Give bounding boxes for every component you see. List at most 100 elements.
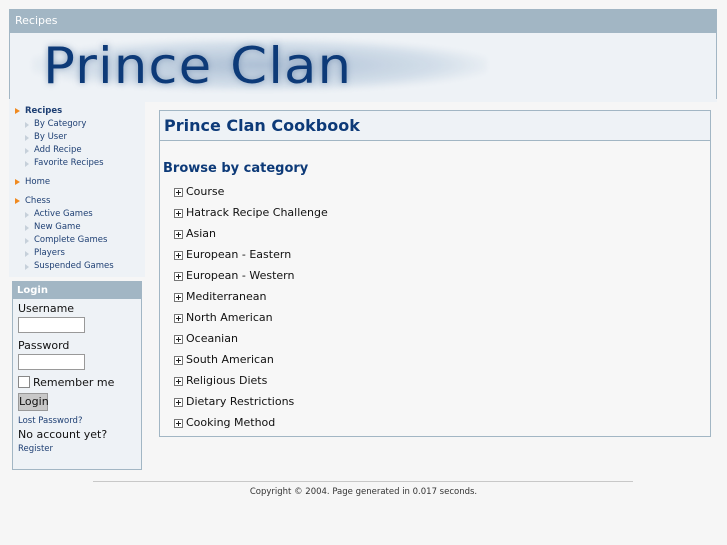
site-header: Recipes Prince Clan — [9, 9, 717, 99]
sidebar-nav: Recipes By Category By User Add Recipe F… — [9, 99, 145, 277]
nav-item-label: Suspended Games — [34, 261, 114, 271]
nav-item-label: Complete Games — [34, 235, 108, 245]
orange-arrow-icon — [15, 198, 20, 204]
remember-me-label: Remember me — [33, 376, 115, 389]
browse-heading: Browse by category — [163, 161, 309, 176]
footer-copyright: Copyright © 2004. Page generated in 0.01… — [249, 487, 478, 497]
no-account-text: No account yet? — [18, 428, 108, 441]
footer-divider — [93, 481, 633, 482]
username-input[interactable] — [18, 317, 85, 333]
expand-plus-icon[interactable] — [174, 335, 183, 344]
nav-group-recipes: Recipes By Category By User Add Recipe F… — [9, 105, 145, 170]
category-item-south-american[interactable]: South American — [174, 352, 328, 373]
password-input[interactable] — [18, 354, 85, 370]
nav-item-new-game[interactable]: New Game — [9, 221, 145, 234]
category-item-oceanian[interactable]: Oceanian — [174, 331, 328, 352]
category-item-mediterranean[interactable]: Mediterranean — [174, 289, 328, 310]
expand-plus-icon[interactable] — [174, 356, 183, 365]
nav-group-home: Home — [9, 176, 145, 189]
gray-arrow-icon — [25, 147, 29, 154]
nav-item-label: Home — [25, 177, 51, 187]
main-top-strip — [145, 99, 717, 102]
category-label[interactable]: Mediterranean — [186, 289, 266, 304]
login-panel-title: Login — [13, 282, 141, 299]
expand-plus-icon[interactable] — [174, 398, 183, 407]
expand-plus-icon[interactable] — [174, 251, 183, 260]
lost-password-link[interactable]: Lost Password? — [18, 416, 82, 426]
expand-plus-icon[interactable] — [174, 230, 183, 239]
nav-item-label: By Category — [34, 119, 87, 129]
orange-arrow-icon — [15, 179, 20, 185]
banner-logo-text: Prince Clan — [43, 37, 353, 95]
nav-item-players[interactable]: Players — [9, 247, 145, 260]
category-label[interactable]: Dietary Restrictions — [186, 394, 294, 409]
nav-item-complete-games[interactable]: Complete Games — [9, 234, 145, 247]
expand-plus-icon[interactable] — [174, 377, 183, 386]
category-item-cooking-method[interactable]: Cooking Method — [174, 415, 328, 436]
nav-group-chess: Chess Active Games New Game Complete Gam… — [9, 195, 145, 273]
gray-arrow-icon — [25, 160, 29, 167]
remember-me-checkbox[interactable] — [18, 376, 30, 388]
category-item-hatrack-recipe-challenge[interactable]: Hatrack Recipe Challenge — [174, 205, 328, 226]
page: Recipes Prince Clan Recipes By Category … — [0, 0, 727, 545]
nav-item-active-games[interactable]: Active Games — [9, 208, 145, 221]
login-panel: Login Username Password Remember me Logi… — [12, 281, 142, 470]
nav-item-label: Favorite Recipes — [34, 158, 104, 168]
gray-arrow-icon — [25, 224, 29, 231]
expand-plus-icon[interactable] — [174, 272, 183, 281]
content-title-bar: Prince Clan Cookbook — [160, 111, 710, 141]
gray-arrow-icon — [25, 250, 29, 257]
expand-plus-icon[interactable] — [174, 188, 183, 197]
nav-item-label: Add Recipe — [34, 145, 82, 155]
nav-item-by-category[interactable]: By Category — [9, 118, 145, 131]
orange-arrow-icon — [15, 108, 20, 114]
category-item-religious-diets[interactable]: Religious Diets — [174, 373, 328, 394]
nav-item-label: Chess — [25, 196, 51, 206]
category-label[interactable]: Oceanian — [186, 331, 238, 346]
nav-item-favorite-recipes[interactable]: Favorite Recipes — [9, 157, 145, 170]
nav-item-label: Active Games — [34, 209, 93, 219]
category-label[interactable]: Course — [186, 184, 224, 199]
nav-item-home[interactable]: Home — [9, 176, 145, 189]
nav-item-label: New Game — [34, 222, 81, 232]
category-list: Course Hatrack Recipe Challenge Asian Eu… — [174, 184, 328, 436]
nav-item-suspended-games[interactable]: Suspended Games — [9, 260, 145, 273]
nav-item-recipes[interactable]: Recipes — [9, 105, 145, 118]
expand-plus-icon[interactable] — [174, 419, 183, 428]
category-label[interactable]: European - Western — [186, 268, 294, 283]
gray-arrow-icon — [25, 211, 29, 218]
category-item-north-american[interactable]: North American — [174, 310, 328, 331]
page-title: Prince Clan Cookbook — [164, 116, 360, 135]
login-button[interactable]: Login — [18, 393, 49, 411]
nav-item-add-recipe[interactable]: Add Recipe — [9, 144, 145, 157]
category-label[interactable]: South American — [186, 352, 274, 367]
category-item-asian[interactable]: Asian — [174, 226, 328, 247]
header-section-title: Recipes — [10, 9, 716, 33]
category-label[interactable]: North American — [186, 310, 273, 325]
nav-item-label: Recipes — [25, 106, 63, 116]
expand-plus-icon[interactable] — [174, 314, 183, 323]
gray-arrow-icon — [25, 134, 29, 141]
content-panel: Prince Clan Cookbook Browse by category … — [159, 110, 711, 437]
nav-item-by-user[interactable]: By User — [9, 131, 145, 144]
gray-arrow-icon — [25, 237, 29, 244]
expand-plus-icon[interactable] — [174, 209, 183, 218]
nav-item-label: Players — [34, 248, 65, 258]
username-label: Username — [18, 302, 75, 315]
category-item-european-western[interactable]: European - Western — [174, 268, 328, 289]
category-label[interactable]: Hatrack Recipe Challenge — [186, 205, 328, 220]
expand-plus-icon[interactable] — [174, 293, 183, 302]
password-label: Password — [18, 339, 70, 352]
site-banner[interactable]: Prince Clan — [10, 33, 716, 99]
category-item-european-eastern[interactable]: European - Eastern — [174, 247, 328, 268]
register-link[interactable]: Register — [18, 444, 53, 454]
nav-item-label: By User — [34, 132, 67, 142]
category-label[interactable]: Asian — [186, 226, 216, 241]
category-item-dietary-restrictions[interactable]: Dietary Restrictions — [174, 394, 328, 415]
gray-arrow-icon — [25, 263, 29, 270]
category-label[interactable]: Religious Diets — [186, 373, 267, 388]
category-label[interactable]: Cooking Method — [186, 415, 275, 430]
nav-item-chess[interactable]: Chess — [9, 195, 145, 208]
category-item-course[interactable]: Course — [174, 184, 328, 205]
category-label[interactable]: European - Eastern — [186, 247, 291, 262]
